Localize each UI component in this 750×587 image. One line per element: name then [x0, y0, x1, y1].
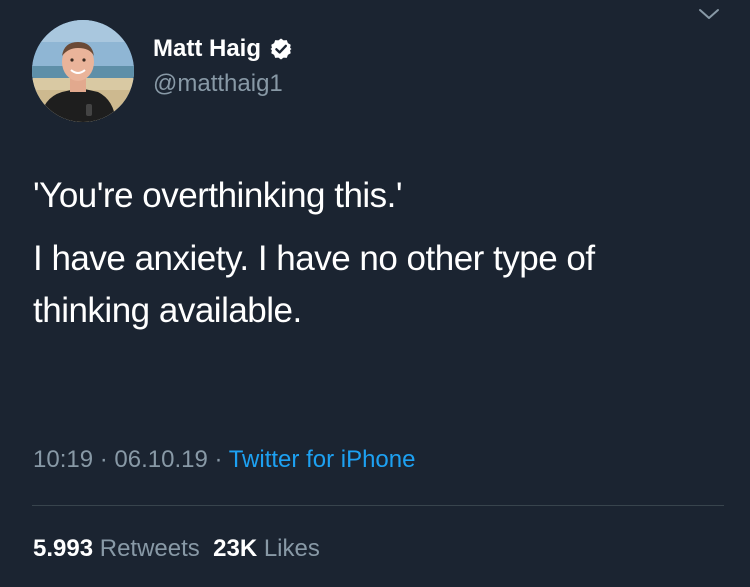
tweet-paragraph: I have anxiety. I have no other type of …: [33, 233, 723, 337]
likes-label: Likes: [263, 535, 320, 562]
author-handle[interactable]: @matthaig1: [153, 69, 583, 99]
tweet-line: I have anxiety. I have no other type of: [33, 239, 595, 278]
author-name[interactable]: Matt Haig: [153, 30, 261, 68]
likes-stat[interactable]: 23K Likes: [213, 535, 320, 562]
tweet-paragraph: 'You're overthinking this.': [33, 176, 403, 215]
retweets-label: Retweets: [99, 535, 200, 562]
verified-badge-icon: [269, 37, 293, 61]
meta-separator: ·: [93, 446, 115, 473]
tweet-text: 'You're overthinking this.' I have anxie…: [33, 170, 723, 337]
meta-separator: ·: [207, 446, 229, 473]
tweet-date[interactable]: 06.10.19: [114, 446, 207, 473]
tweet-time[interactable]: 10:19: [33, 446, 93, 473]
author-block: Matt Haig @matthaig1: [153, 30, 583, 110]
name-row: Matt Haig: [153, 30, 583, 68]
chevron-down-icon[interactable]: [694, 4, 724, 24]
divider: [32, 505, 724, 506]
retweets-count: 5.993: [33, 535, 94, 562]
tweet-line: thinking available.: [33, 291, 302, 330]
tweet-card: Matt Haig @matthaig1 'You're overthinkin…: [0, 0, 750, 587]
likes-count: 23K: [213, 535, 258, 562]
avatar[interactable]: [32, 20, 134, 122]
tweet-meta: 10:19 · 06.10.19 · Twitter for iPhone: [33, 443, 415, 477]
tweet-source-link[interactable]: Twitter for iPhone: [229, 446, 416, 473]
retweets-stat[interactable]: 5.993 Retweets: [33, 535, 200, 562]
tweet-stats: 5.993 Retweets 23K Likes: [33, 532, 320, 566]
